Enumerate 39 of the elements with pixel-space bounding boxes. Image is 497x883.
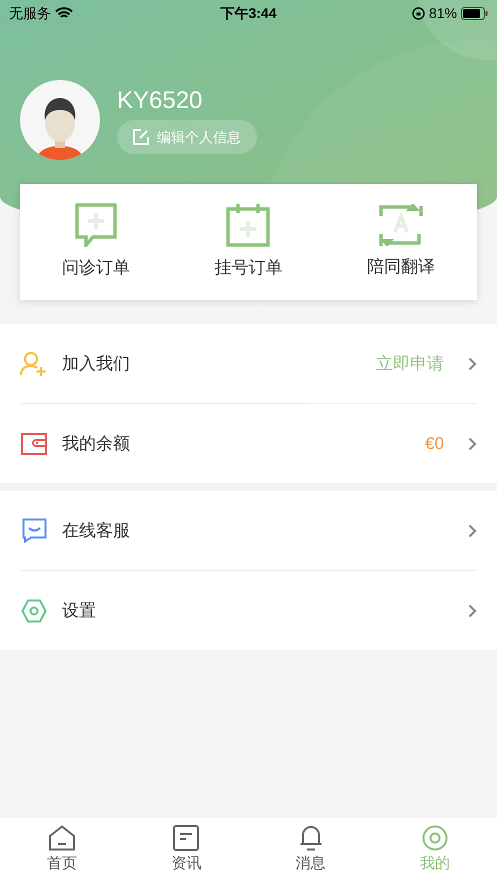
menu-label: 我的余额 <box>62 432 130 455</box>
home-icon <box>48 825 76 852</box>
target-icon <box>422 825 448 852</box>
tab-item[interactable]: 首页 <box>0 818 124 883</box>
menu-label: 在线客服 <box>62 520 130 542</box>
chat-smile-icon <box>22 518 46 543</box>
clock-text: 下午3:44 <box>220 4 277 23</box>
quick-action[interactable]: 问诊订单 <box>20 184 172 300</box>
rotation-lock-icon <box>412 7 425 20</box>
chevron-right-icon <box>468 356 477 370</box>
add-user-icon <box>20 350 48 376</box>
bell-icon <box>298 825 323 852</box>
chevron-right-icon <box>468 436 477 450</box>
menu-row[interactable]: 我的余额 €0 <box>20 404 477 483</box>
chat-plus-icon <box>75 203 118 248</box>
menu-label: 加入我们 <box>62 352 130 375</box>
battery-text: 81% <box>428 4 457 23</box>
menu-label: 设置 <box>62 600 96 622</box>
quick-action[interactable]: 陪同翻译 <box>324 184 477 300</box>
user-name: KY6520 <box>117 86 202 116</box>
menu-value: €0 <box>425 432 444 455</box>
tab-item[interactable]: 资讯 <box>124 818 248 883</box>
quick-action[interactable]: 挂号订单 <box>172 184 325 300</box>
calendar-plus-icon <box>226 203 270 248</box>
chevron-right-icon <box>468 604 477 618</box>
settings-icon <box>21 598 47 622</box>
menu-row[interactable]: 设置 <box>20 571 477 650</box>
document-icon <box>173 825 200 852</box>
swap-letter-icon <box>378 204 423 246</box>
edit-icon <box>133 129 149 145</box>
carrier-text: 无服务 <box>9 4 51 23</box>
menu-row[interactable]: 在线客服 <box>20 491 477 570</box>
battery-icon <box>461 7 488 20</box>
wifi-icon <box>55 7 73 20</box>
chevron-right-icon <box>468 524 477 538</box>
tab-item[interactable]: 消息 <box>248 818 373 883</box>
menu-value: 立即申请 <box>376 352 444 375</box>
wallet-icon <box>21 432 47 454</box>
menu-row[interactable]: 加入我们 立即申请 <box>20 324 477 403</box>
